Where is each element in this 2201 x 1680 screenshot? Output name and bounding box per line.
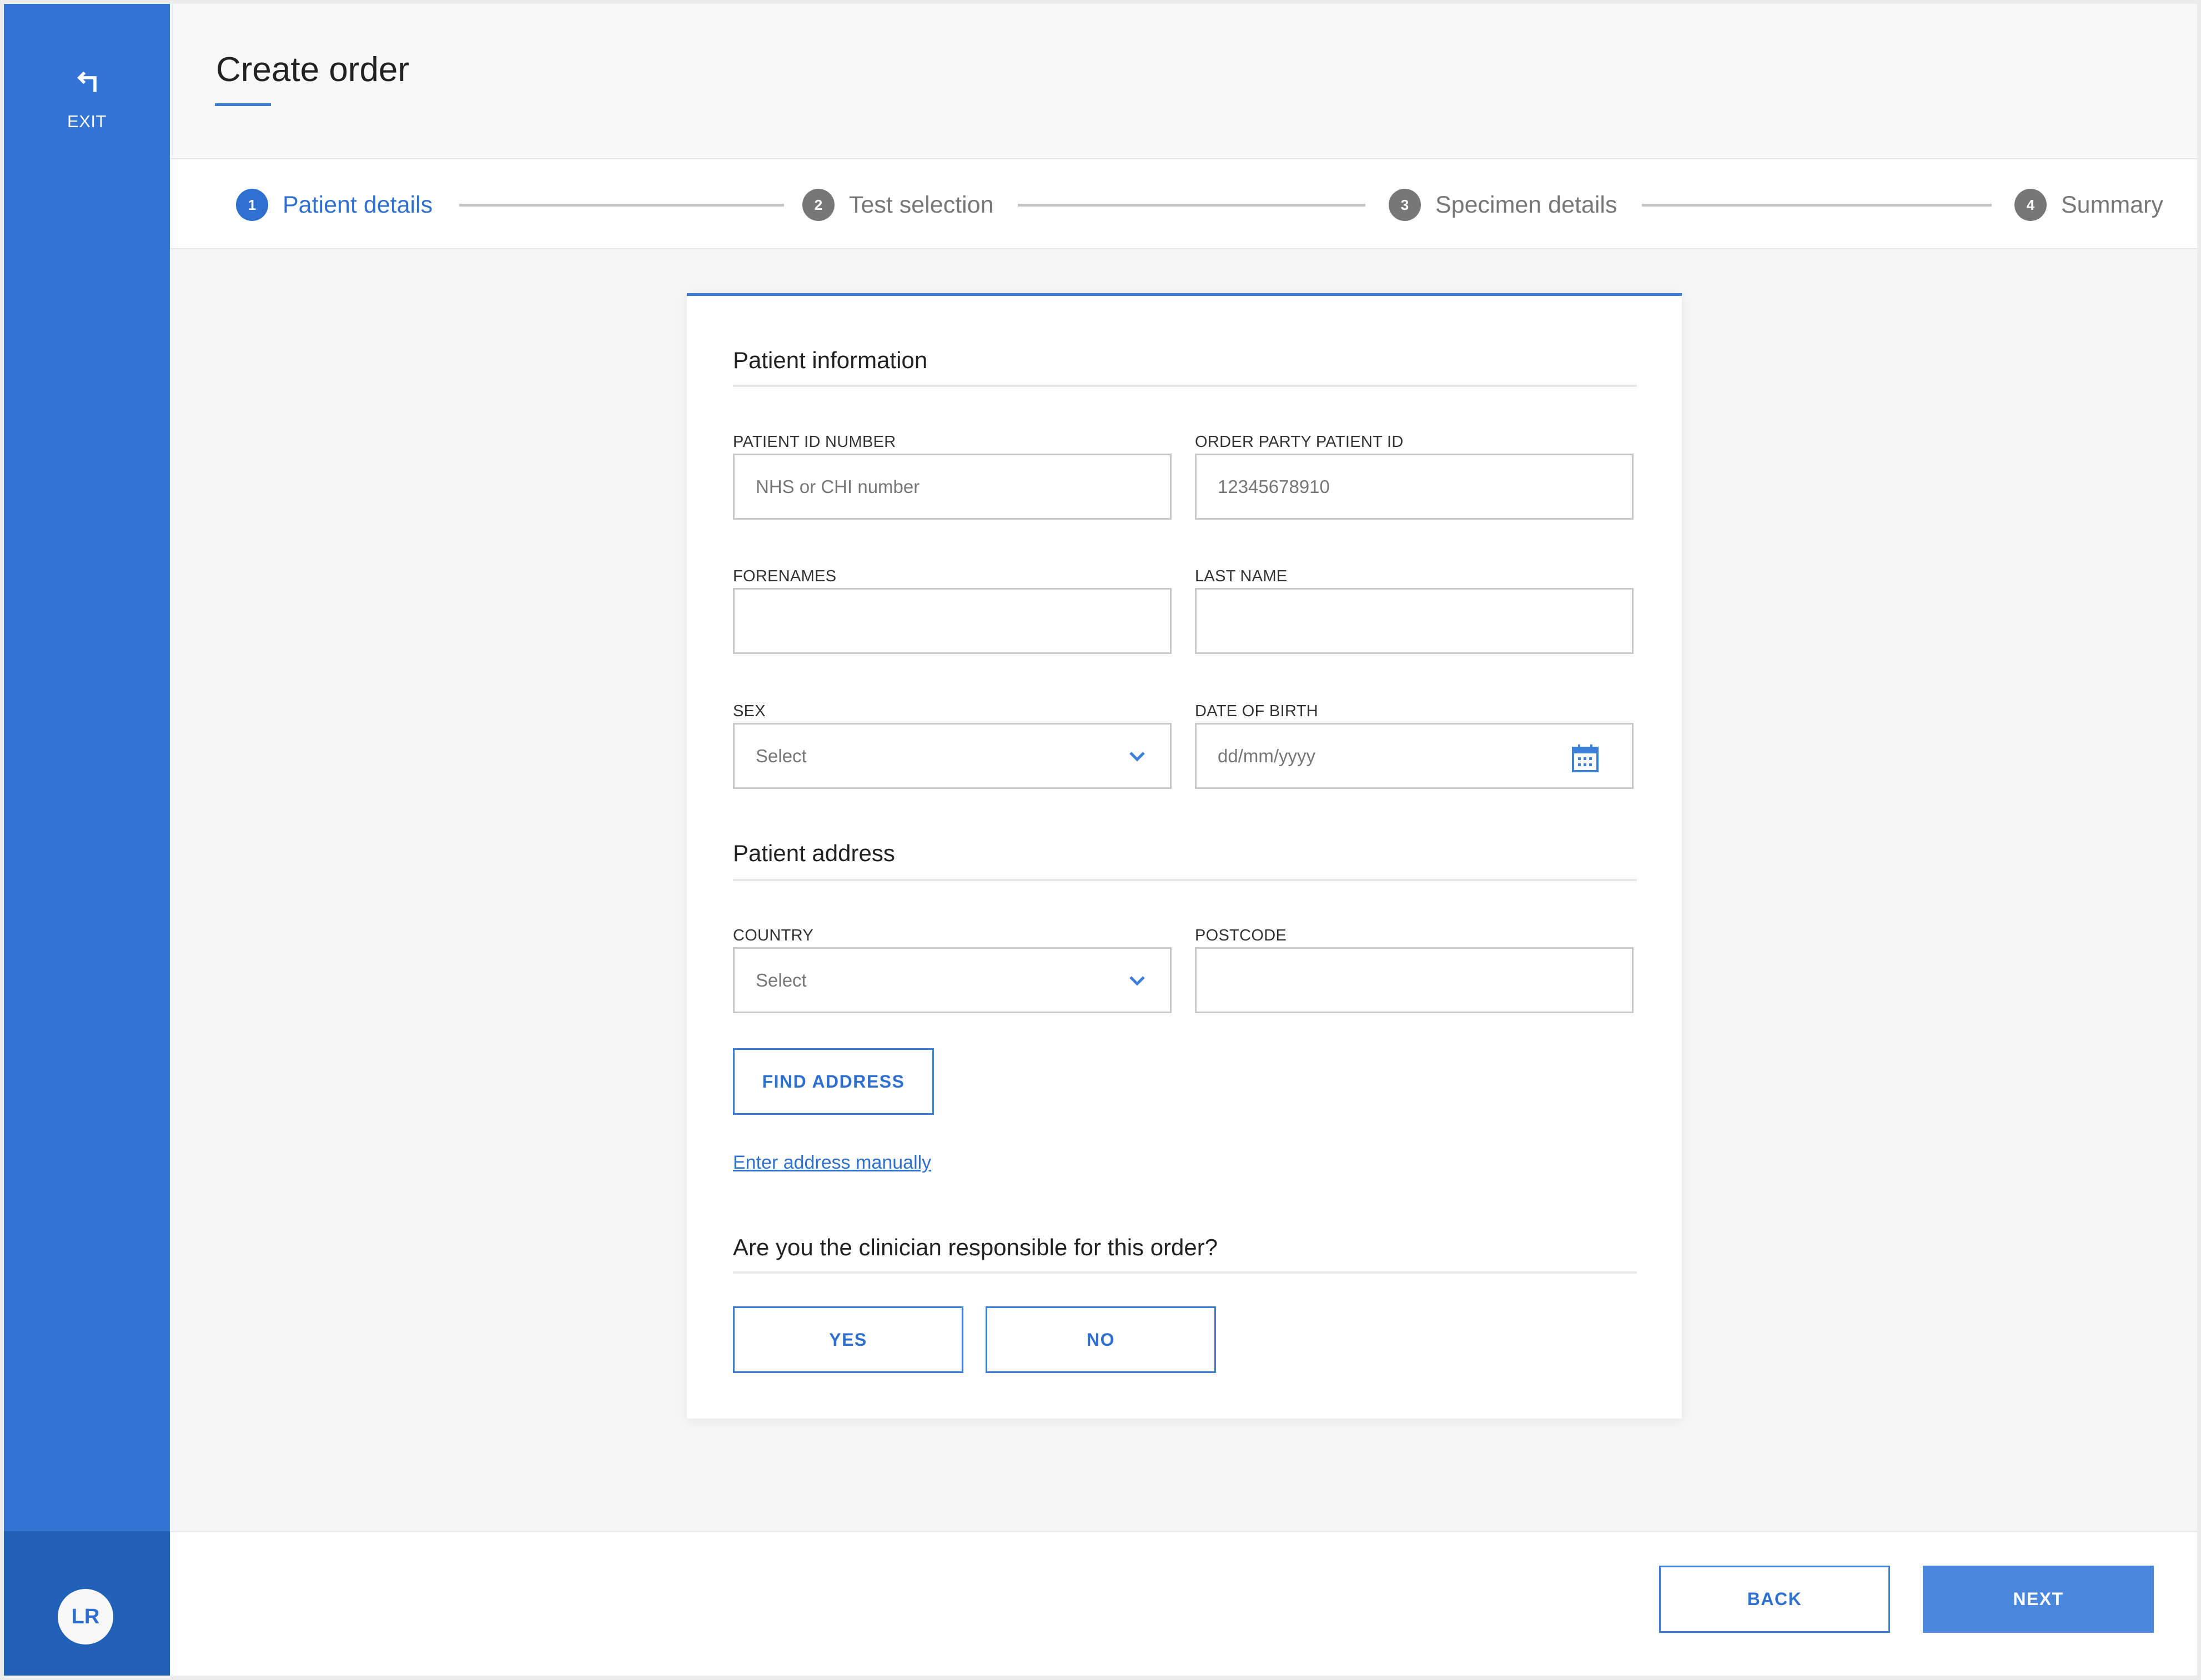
patient-id-placeholder: NHS or CHI number xyxy=(756,476,920,497)
page-header: Create order xyxy=(170,4,2197,159)
step-label: Summary xyxy=(2061,191,2163,218)
next-button[interactable]: NEXT xyxy=(1923,1566,2154,1633)
step-number-badge: 3 xyxy=(1389,189,1421,221)
forenames-input[interactable] xyxy=(733,588,1172,654)
clinician-no-button[interactable]: NO xyxy=(986,1306,1216,1373)
order-party-patient-id-input[interactable]: 12345678910 xyxy=(1195,454,1634,520)
section-divider xyxy=(733,385,1637,387)
order-party-patient-id-label: ORDER PARTY PATIENT ID xyxy=(1195,433,1404,451)
last-name-input[interactable] xyxy=(1195,588,1634,654)
country-selected-value: Select xyxy=(756,969,807,990)
section-title-patient-address: Patient address xyxy=(733,840,895,866)
date-of-birth-input[interactable]: dd/mm/yyyy xyxy=(1195,723,1634,789)
exit-button[interactable]: EXIT xyxy=(4,59,170,143)
step-connector xyxy=(1642,204,1992,207)
step-patient-details[interactable]: 1 Patient details xyxy=(236,188,433,222)
clinician-yes-button[interactable]: YES xyxy=(733,1306,963,1373)
chevron-down-icon xyxy=(1129,752,1145,762)
last-name-label: LAST NAME xyxy=(1195,567,1288,585)
step-connector xyxy=(1018,204,1365,207)
sex-selected-value: Select xyxy=(756,745,807,766)
patient-id-input[interactable]: NHS or CHI number xyxy=(733,454,1172,520)
back-button[interactable]: BACK xyxy=(1659,1566,1890,1633)
footer-bar: BACK NEXT xyxy=(170,1531,2197,1676)
date-of-birth-label: DATE OF BIRTH xyxy=(1195,702,1318,720)
section-title-patient-information: Patient information xyxy=(733,347,928,373)
section-divider xyxy=(733,1271,1637,1274)
app-window: EXIT LR Create order 1 Patient details 2… xyxy=(4,4,2197,1676)
step-label: Patient details xyxy=(283,191,433,218)
patient-id-label: PATIENT ID NUMBER xyxy=(733,433,896,451)
enter-address-manually-link[interactable]: Enter address manually xyxy=(733,1152,931,1174)
sidebar-user-area: LR xyxy=(4,1531,170,1676)
chevron-down-icon xyxy=(1129,976,1145,986)
step-number-badge: 2 xyxy=(802,189,835,221)
step-label: Specimen details xyxy=(1435,191,1617,218)
progress-stepper: 1 Patient details 2 Test selection 3 Spe… xyxy=(170,159,2197,249)
country-select[interactable]: Select xyxy=(733,947,1172,1013)
step-number-badge: 4 xyxy=(2014,189,2047,221)
section-divider xyxy=(733,879,1637,881)
step-specimen-details[interactable]: 3 Specimen details xyxy=(1389,188,1617,222)
exit-label: EXIT xyxy=(67,112,107,131)
sex-label: SEX xyxy=(733,702,766,720)
page-title: Create order xyxy=(216,51,410,89)
postcode-input[interactable] xyxy=(1195,947,1634,1013)
country-label: COUNTRY xyxy=(733,927,813,944)
clinician-question: Are you the clinician responsible for th… xyxy=(733,1234,1218,1260)
step-summary[interactable]: 4 Summary xyxy=(2014,188,2163,222)
postcode-label: POSTCODE xyxy=(1195,927,1287,944)
step-label: Test selection xyxy=(849,191,994,218)
step-number-badge: 1 xyxy=(236,189,268,221)
sidebar: EXIT LR xyxy=(4,4,170,1676)
order-party-patient-id-placeholder: 12345678910 xyxy=(1218,476,1330,497)
calendar-icon[interactable] xyxy=(1571,743,1600,773)
title-underline xyxy=(215,103,271,106)
find-address-button[interactable]: FIND ADDRESS xyxy=(733,1048,934,1115)
step-connector xyxy=(459,204,784,207)
step-test-selection[interactable]: 2 Test selection xyxy=(802,188,994,222)
date-of-birth-placeholder: dd/mm/yyyy xyxy=(1218,745,1316,766)
patient-details-card: Patient information PATIENT ID NUMBER NH… xyxy=(687,293,1682,1419)
return-arrow-icon xyxy=(77,71,97,92)
user-avatar[interactable]: LR xyxy=(58,1589,113,1644)
sex-select[interactable]: Select xyxy=(733,723,1172,789)
forenames-label: FORENAMES xyxy=(733,567,837,585)
